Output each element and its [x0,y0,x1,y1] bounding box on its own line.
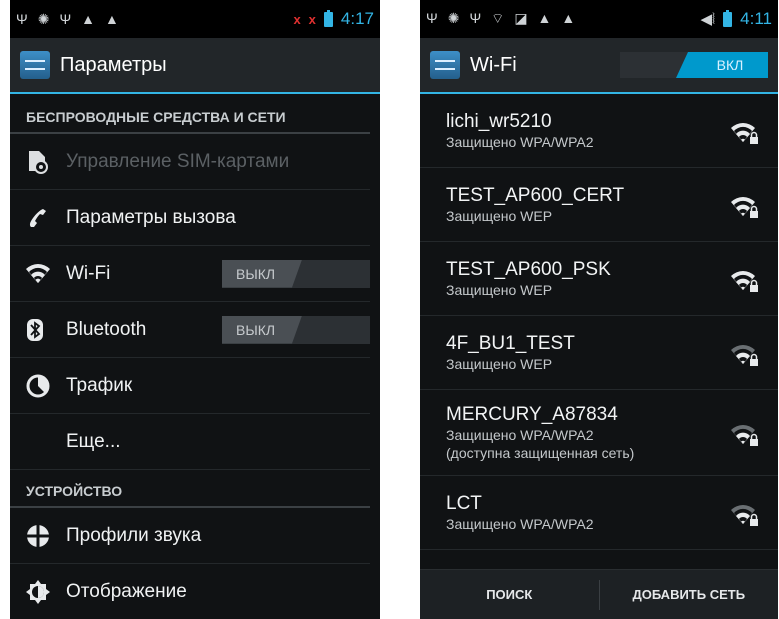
android-debug-icon: ✺ [37,10,50,27]
android-debug-icon: ✺ [447,10,460,26]
battery-icon [323,9,333,27]
settings-item-more[interactable]: Еще... [10,414,370,470]
clock: 4:17 [340,9,374,28]
settings-item-sim[interactable]: Управление SIM-картами [10,134,370,190]
settings-item-traffic[interactable]: Трафик [10,358,370,414]
settings-item-label: Параметры вызова [66,206,236,228]
wifi-master-toggle[interactable]: ВКЛ [620,52,768,78]
wifi-toggle[interactable]: ВЫКЛ [222,259,370,288]
page-title: Wi-Fi [470,53,517,76]
volume-muted-icon: ◀⦚ [700,11,716,28]
usb-icon: Ψ [469,10,482,26]
settings-item-wifi[interactable]: Wi-Fi ВЫКЛ [10,246,370,302]
action-bar: Wi-Fi ВКЛ [420,38,778,94]
usb-icon: Ψ [16,10,28,27]
search-button[interactable]: ПОИСК [420,587,599,602]
usb-icon: Ψ [426,10,438,26]
wifi-network-item[interactable]: TEST_AP600_CERT Защищено WEP [420,168,778,242]
section-header-device: УСТРОЙСТВО [10,470,370,508]
wifi-icon [26,263,66,284]
image-icon: ◪ [514,10,528,26]
wifi-screen: Ψ ✺ Ψ ⌔ ◪ ▲ ▲ ◀⦚ 4:11 Wi-Fi ВКЛ lichi_wr… [420,0,778,619]
wifi-network-item[interactable]: LCT Защищено WPA/WPA2 [420,476,778,550]
network-security: Защищено WEP [446,282,553,298]
wifi-lock-icon [731,344,758,366]
settings-screen: Ψ ✺ Ψ ▲ ▲ x x 4:17 Параметры БЕСПРОВОДНЫ… [10,0,380,619]
sim-missing-icon: x [308,11,316,27]
display-icon [26,579,66,604]
warning-icon: ▲ [561,10,576,26]
status-bar: Ψ ✺ Ψ ⌔ ◪ ▲ ▲ ◀⦚ 4:11 [420,0,778,38]
wifi-lock-icon [731,270,758,292]
wifi-network-list: lichi_wr5210 Защищено WPA/WPA2 TEST_AP60… [420,94,778,550]
settings-app-icon[interactable] [430,51,460,79]
warning-icon: ▲ [537,10,552,26]
data-usage-icon [26,374,66,398]
network-name: lichi_wr5210 [446,111,552,132]
toggle-knob: ВКЛ [676,52,768,78]
warning-icon: ▲ [105,10,119,27]
sim-missing-icon: x [293,11,301,27]
settings-item-label: Отображение [66,580,187,602]
wifi-network-item[interactable]: 4F_BU1_TEST Защищено WEP [420,316,778,390]
add-network-button[interactable]: ДОБАВИТЬ СЕТЬ [600,587,779,602]
settings-app-icon[interactable] [20,51,50,79]
battery-icon [723,9,733,27]
toggle-knob: ВЫКЛ [222,260,302,288]
sim-card-icon [26,149,66,175]
wifi-question-icon: ⌔ [491,10,505,26]
wifi-lock-icon [731,122,758,144]
settings-item-label: Bluetooth [66,318,147,340]
wifi-lock-icon [731,196,758,218]
section-header-wireless: БЕСПРОВОДНЫЕ СРЕДСТВА И СЕТИ [10,94,370,134]
status-bar: Ψ ✺ Ψ ▲ ▲ x x 4:17 [10,0,380,38]
warning-icon: ▲ [81,10,95,27]
network-name: LCT [446,493,482,514]
network-name: MERCURY_A87834 [446,404,618,425]
bottom-action-bar: ПОИСК ДОБАВИТЬ СЕТЬ [420,569,778,619]
action-bar: Параметры [10,38,380,94]
settings-item-label: Управление SIM-картами [66,150,290,172]
settings-item-label: Wi-Fi [66,262,111,284]
clock: 4:11 [740,9,772,28]
wifi-network-item[interactable]: TEST_AP600_PSK Защищено WEP [420,242,778,316]
settings-item-bluetooth[interactable]: Bluetooth ВЫКЛ [10,302,370,358]
network-wps-note: (доступна защищенная сеть) [446,445,635,461]
settings-item-sound[interactable]: Профили звука [10,508,370,564]
wifi-network-item[interactable]: MERCURY_A87834 Защищено WPA/WPA2 (доступ… [420,390,778,476]
network-name: TEST_AP600_CERT [446,185,625,206]
network-security: Защищено WPA/WPA2 [446,516,594,532]
bluetooth-toggle[interactable]: ВЫКЛ [222,315,370,344]
toggle-knob: ВЫКЛ [222,316,302,344]
sound-icon [26,523,66,548]
wifi-lock-icon [731,504,758,526]
settings-item-label: Трафик [66,374,133,396]
phone-icon [26,206,66,230]
settings-item-display[interactable]: Отображение [10,564,370,619]
usb-icon: Ψ [59,10,72,27]
wifi-network-item[interactable]: lichi_wr5210 Защищено WPA/WPA2 [420,94,778,168]
network-name: 4F_BU1_TEST [446,333,575,354]
network-security: Защищено WPA/WPA2 [446,427,594,443]
network-name: TEST_AP600_PSK [446,259,611,280]
settings-item-call[interactable]: Параметры вызова [10,190,370,246]
settings-item-label: Профили звука [66,524,202,546]
network-security: Защищено WEP [446,208,553,224]
network-security: Защищено WPA/WPA2 [446,134,594,150]
bluetooth-icon [26,318,66,342]
settings-item-label: Еще... [66,430,121,452]
network-security: Защищено WEP [446,356,553,372]
page-title: Параметры [60,53,167,76]
wifi-lock-icon [731,424,758,446]
